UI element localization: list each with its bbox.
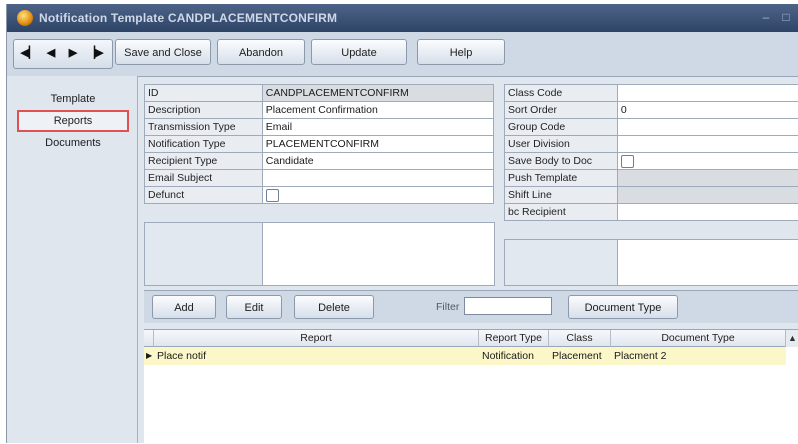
reports-toolbar: Add Edit Delete Filter Document Type — [144, 290, 798, 323]
email-subject-label: Email Subject — [144, 169, 263, 187]
save-body-cell — [616, 152, 798, 170]
save-body-to-doc-checkbox[interactable] — [620, 154, 634, 168]
table-row[interactable]: ▶ Place notif Notification Placement Pla… — [144, 347, 786, 365]
record-navigation: ◀▏ ◀ ▶ ▕▶ — [13, 39, 113, 69]
user-division-label: User Division — [504, 135, 618, 153]
bc-recipient-label: bc Recipient — [504, 203, 618, 221]
first-record-icon[interactable]: ◀▏ — [20, 44, 38, 62]
shift-line-label: Shift Line — [504, 186, 618, 204]
description-field[interactable]: Placement Confirmation — [261, 101, 495, 119]
recipient-type-label: Recipient Type — [144, 152, 263, 170]
sort-order-label: Sort Order — [504, 101, 618, 119]
right-label-filler — [504, 239, 618, 286]
update-button[interactable]: Update — [311, 39, 407, 65]
report-column-header[interactable]: Report — [154, 330, 479, 347]
notification-template-window: Notification Template CANDPLACEMENTCONFI… — [6, 4, 798, 444]
description-label: Description — [144, 101, 263, 119]
app-icon — [17, 10, 33, 26]
save-body-to-doc-label: Save Body to Doc — [504, 152, 618, 170]
template-details-grid: ID CANDPLACEMENTCONFIRM Description Plac… — [144, 84, 495, 204]
report-cell: Place notif — [157, 350, 207, 362]
class-code-field[interactable] — [616, 84, 798, 102]
sidebar-item-reports[interactable]: Reports — [17, 110, 129, 132]
id-label: ID — [144, 84, 263, 102]
group-code-field[interactable] — [616, 118, 798, 136]
right-value-filler — [617, 239, 798, 286]
left-label-filler — [144, 222, 263, 286]
transmission-type-label: Transmission Type — [144, 118, 263, 136]
maximize-icon[interactable]: □ — [779, 10, 793, 24]
report-type-cell: Notification — [482, 350, 534, 362]
defunct-checkbox[interactable] — [265, 188, 279, 202]
last-record-icon[interactable]: ▕▶ — [86, 44, 104, 62]
email-subject-field[interactable] — [261, 169, 495, 187]
main-toolbar: ◀▏ ◀ ▶ ▕▶ Save and Close Abandon Update … — [7, 32, 798, 77]
class-code-label: Class Code — [504, 84, 618, 102]
current-row-indicator-icon: ▶ — [146, 351, 153, 360]
sidebar-item-documents[interactable]: Documents — [17, 132, 129, 154]
title-bar[interactable]: Notification Template CANDPLACEMENTCONFI… — [7, 4, 798, 32]
scroll-up-icon[interactable]: ▲ — [785, 330, 798, 347]
notification-type-label: Notification Type — [144, 135, 263, 153]
id-field: CANDPLACEMENTCONFIRM — [261, 84, 495, 102]
shift-line-field — [616, 186, 798, 204]
report-type-column-header[interactable]: Report Type — [479, 330, 549, 347]
row-indicator-header — [144, 330, 154, 347]
help-button[interactable]: Help — [417, 39, 505, 65]
filter-input[interactable] — [464, 297, 552, 315]
abandon-button[interactable]: Abandon — [217, 39, 305, 65]
class-column-header[interactable]: Class — [549, 330, 611, 347]
defunct-label: Defunct — [144, 186, 263, 204]
transmission-type-field[interactable]: Email — [261, 118, 495, 136]
left-value-filler — [262, 222, 495, 286]
window-title: Notification Template CANDPLACEMENTCONFI… — [39, 11, 338, 25]
delete-report-button[interactable]: Delete — [294, 295, 374, 319]
push-template-field — [616, 169, 798, 187]
sort-order-field[interactable]: 0 — [616, 101, 798, 119]
document-type-column-header[interactable]: Document Type — [611, 330, 786, 347]
class-cell: Placement — [552, 350, 602, 362]
template-options-grid: Class Code Sort Order 0 Group Code User … — [504, 84, 798, 221]
previous-record-icon[interactable]: ◀ — [42, 44, 60, 62]
reports-table: Report Report Type Class Document Type ▲… — [144, 329, 798, 444]
notification-type-field[interactable]: PLACEMENTCONFIRM — [261, 135, 495, 153]
edit-report-button[interactable]: Edit — [226, 295, 282, 319]
defunct-cell — [261, 186, 495, 204]
section-sidebar: Template Reports Documents — [7, 76, 138, 443]
push-template-label: Push Template — [504, 169, 618, 187]
add-report-button[interactable]: Add — [152, 295, 216, 319]
document-type-button[interactable]: Document Type — [568, 295, 678, 319]
group-code-label: Group Code — [504, 118, 618, 136]
bc-recipient-field[interactable] — [616, 203, 798, 221]
document-type-cell: Placment 2 — [614, 350, 667, 362]
recipient-type-field[interactable]: Candidate — [261, 152, 495, 170]
next-record-icon[interactable]: ▶ — [64, 44, 82, 62]
save-and-close-button[interactable]: Save and Close — [115, 39, 211, 65]
filter-label: Filter — [436, 301, 460, 313]
user-division-field[interactable] — [616, 135, 798, 153]
sidebar-item-template[interactable]: Template — [17, 88, 129, 110]
minimize-icon[interactable]: – — [759, 10, 773, 24]
